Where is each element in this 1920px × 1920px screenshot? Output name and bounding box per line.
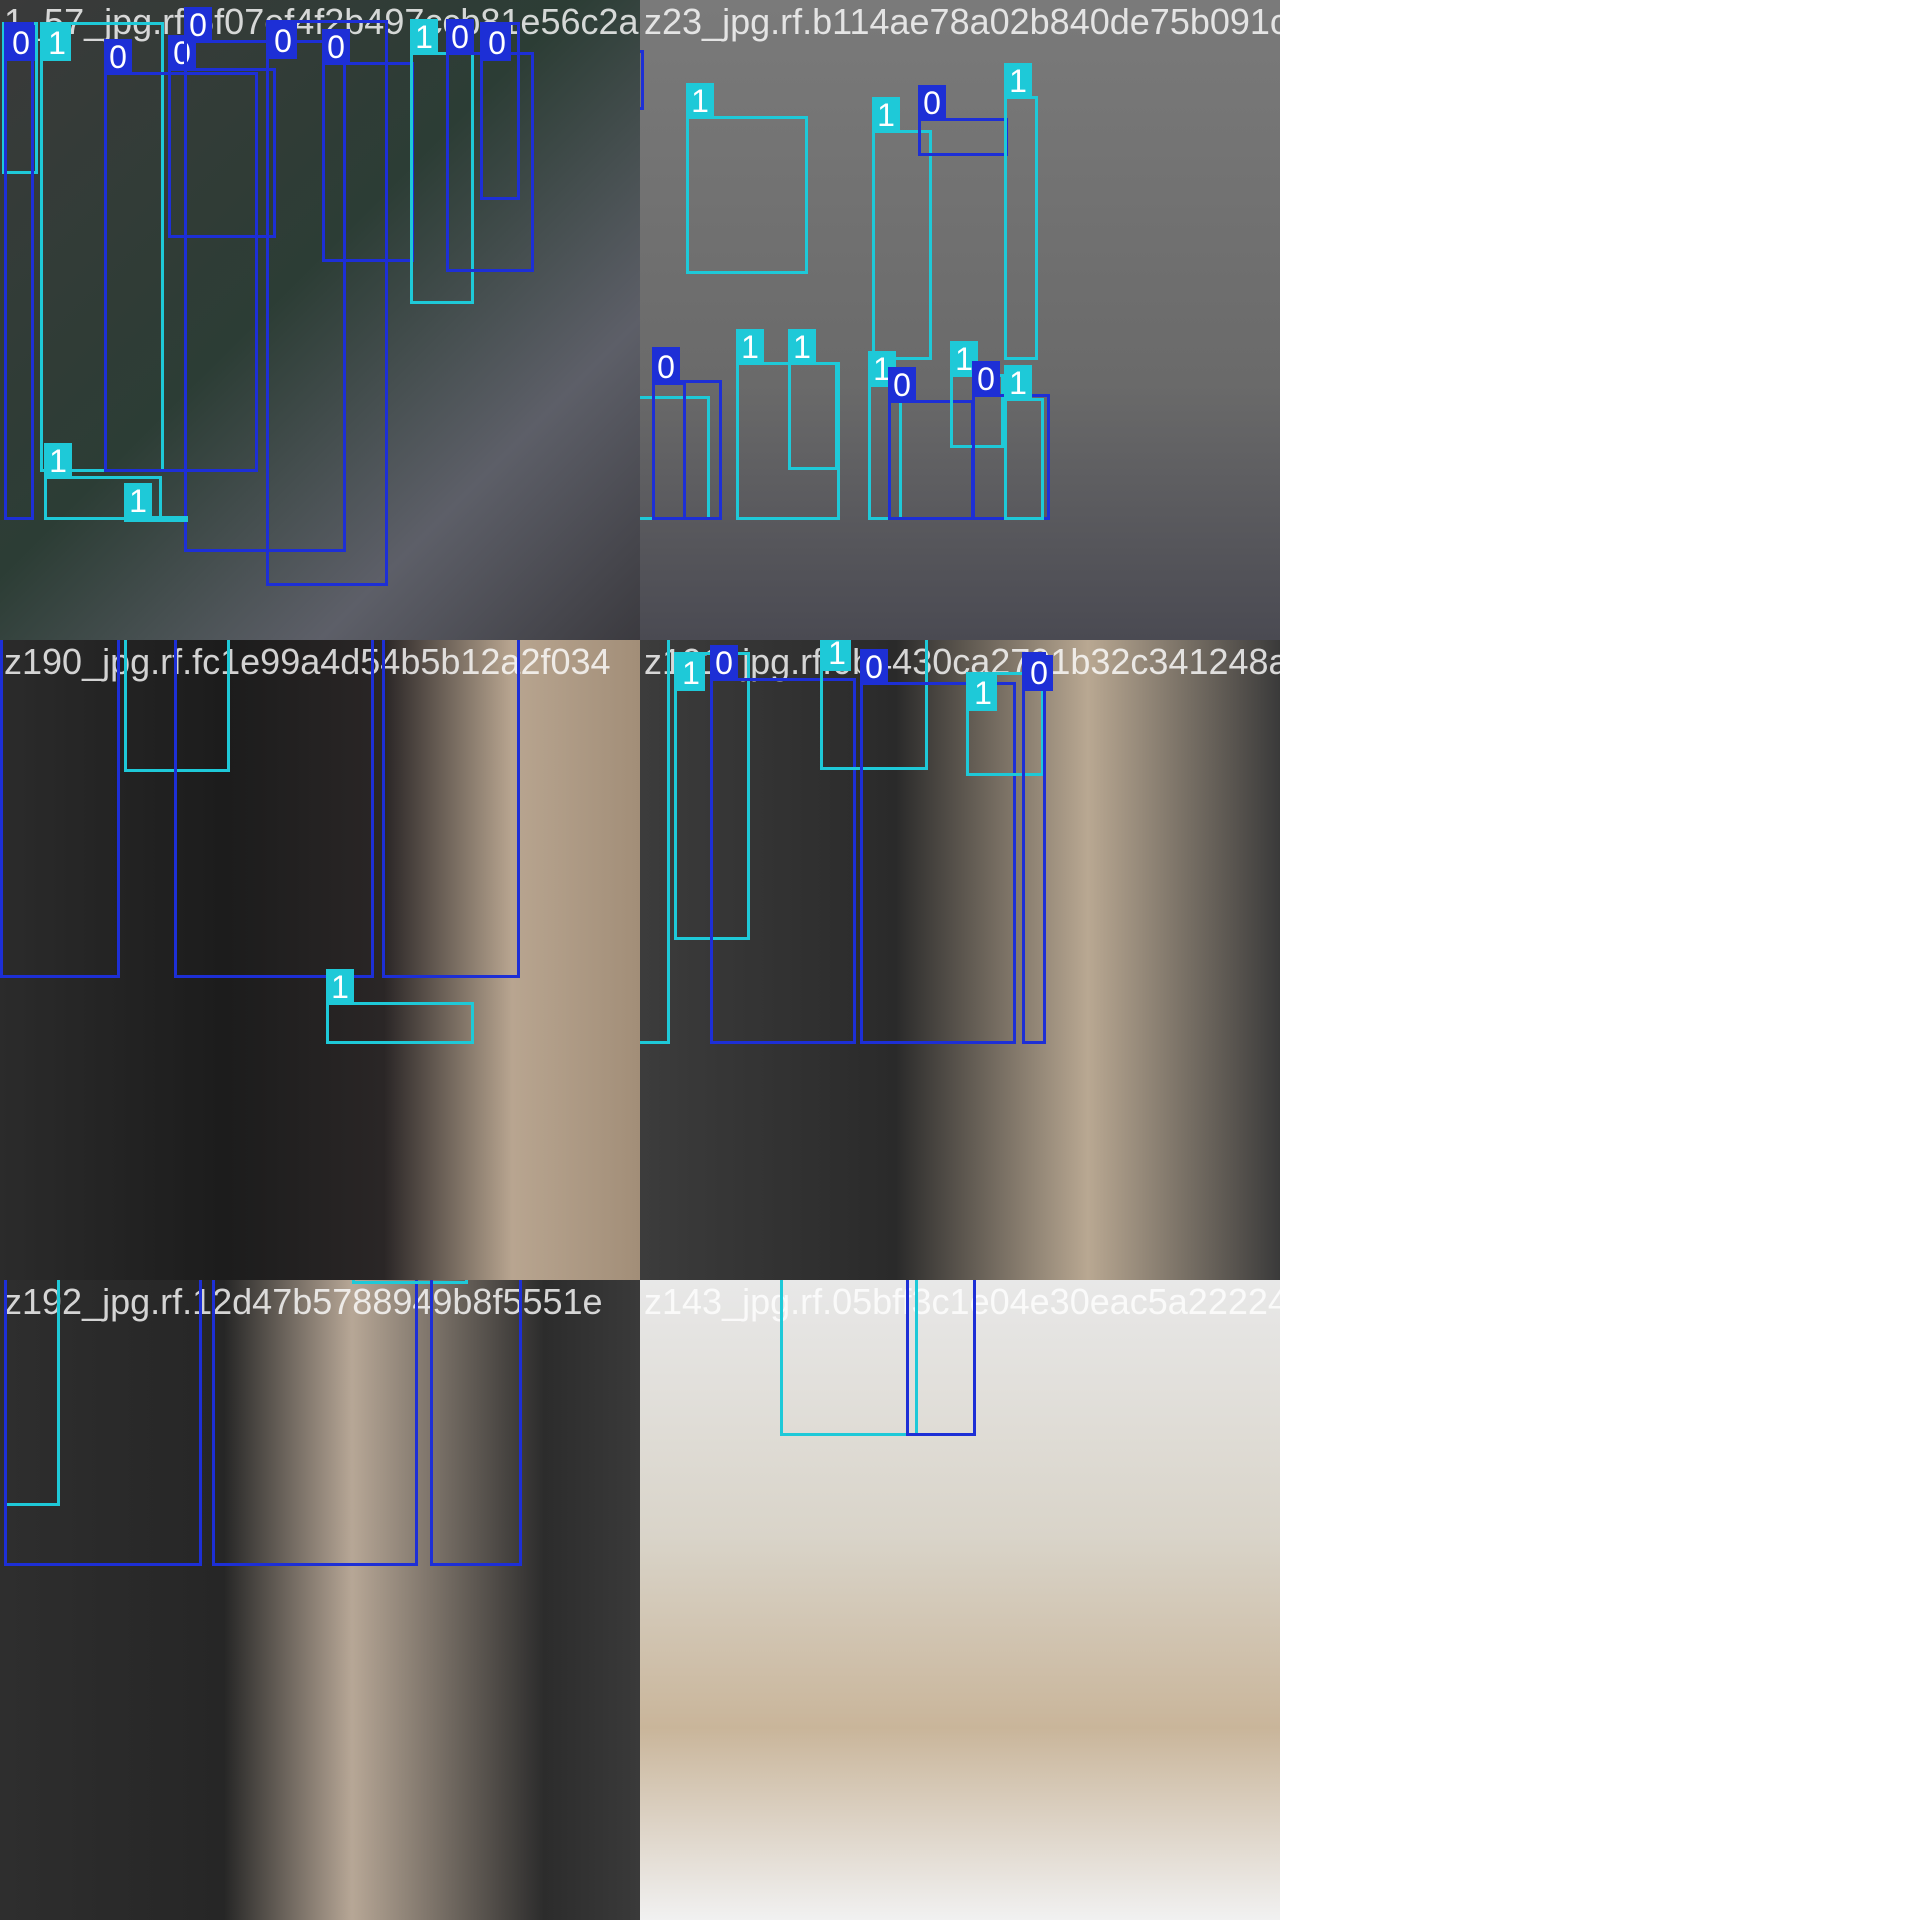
class-label: 0 [104,39,132,75]
tile: z190_jpg.rf.fc1e99a4d54b5b12a2f034 10010 [0,640,640,1280]
bounding-box: 1 [780,1280,918,1436]
class-label: 0 [322,29,350,65]
class-label: 0 [860,649,888,685]
tile: z191_jpg.rf.0b4430ca2791b32c341248ae42ae… [640,640,1280,1280]
bounding-box: 1 [872,97,932,360]
bounding-box: 0 [174,640,374,978]
class-label: 0 [1025,655,1053,691]
bounding-box: 0 [640,50,644,110]
class-label: 0 [483,25,511,61]
bounding-box: 0 [652,349,686,520]
bounding-box: 0 [906,1280,976,1436]
class-label: 0 [446,19,474,55]
bounding-box: 1 [1004,365,1044,520]
class-label: 1 [326,969,354,1005]
bounding-box: 0 [0,640,120,978]
class-label: 1 [124,483,152,519]
tile-image [640,0,1280,640]
tile: z143_jpg.rf.05bff3c1e04e30eac5a2222449fd… [640,1280,1280,1920]
class-label: 1 [788,329,816,365]
class-label: 0 [7,25,35,61]
bounding-box: 0 [4,1280,202,1566]
class-label: 0 [972,361,1000,397]
class-label: 1 [410,19,438,55]
mosaic-grid: 1_57_jpg.rf.6f07ef4f2b497ccb81e56c2a23bb… [0,0,1920,1920]
class-label: 1 [1004,63,1032,99]
bounding-box: 1 [326,969,474,1044]
class-label: 1 [677,655,705,691]
class-label: 0 [888,367,916,403]
tile: z192_jpg.rf.12d47b5788949b8f5551e 101010 [0,1280,640,1920]
class-label: 1 [823,640,851,671]
bounding-box: 0 [918,85,1008,156]
class-label: 0 [269,23,297,59]
bounding-box: 0 [480,22,520,200]
class-label: 1 [872,97,900,133]
class-label: 0 [710,645,738,681]
class-label: 0 [652,349,680,385]
tile: z23_jpg.rf.b114ae78a02b840de75b091c75252… [640,0,1280,640]
class-label: 1 [686,83,714,119]
class-label: 0 [918,85,946,121]
class-label: 1 [44,443,72,479]
bounding-box: 0 [382,640,520,978]
bounding-box: 0 [322,29,414,262]
bounding-box: 0 [1022,652,1053,1044]
tile: 1_57_jpg.rf.6f07ef4f2b497ccb81e56c2a23bb… [0,0,640,640]
class-label: 1 [43,25,71,61]
bounding-box: 1 [124,483,188,522]
class-label: 1 [1004,365,1032,401]
bounding-box: 0 [212,1280,418,1566]
bounding-box: 0 [4,22,35,520]
bounding-box: 1 [788,329,838,470]
class-label: 1 [969,675,997,711]
bounding-box: 0 [430,1280,522,1566]
class-label: 1 [736,329,764,365]
bounding-box: 1 [1004,63,1038,360]
bounding-box: 1 [686,83,808,274]
bounding-box: 1 [640,640,670,1044]
class-label: 0 [184,7,212,43]
